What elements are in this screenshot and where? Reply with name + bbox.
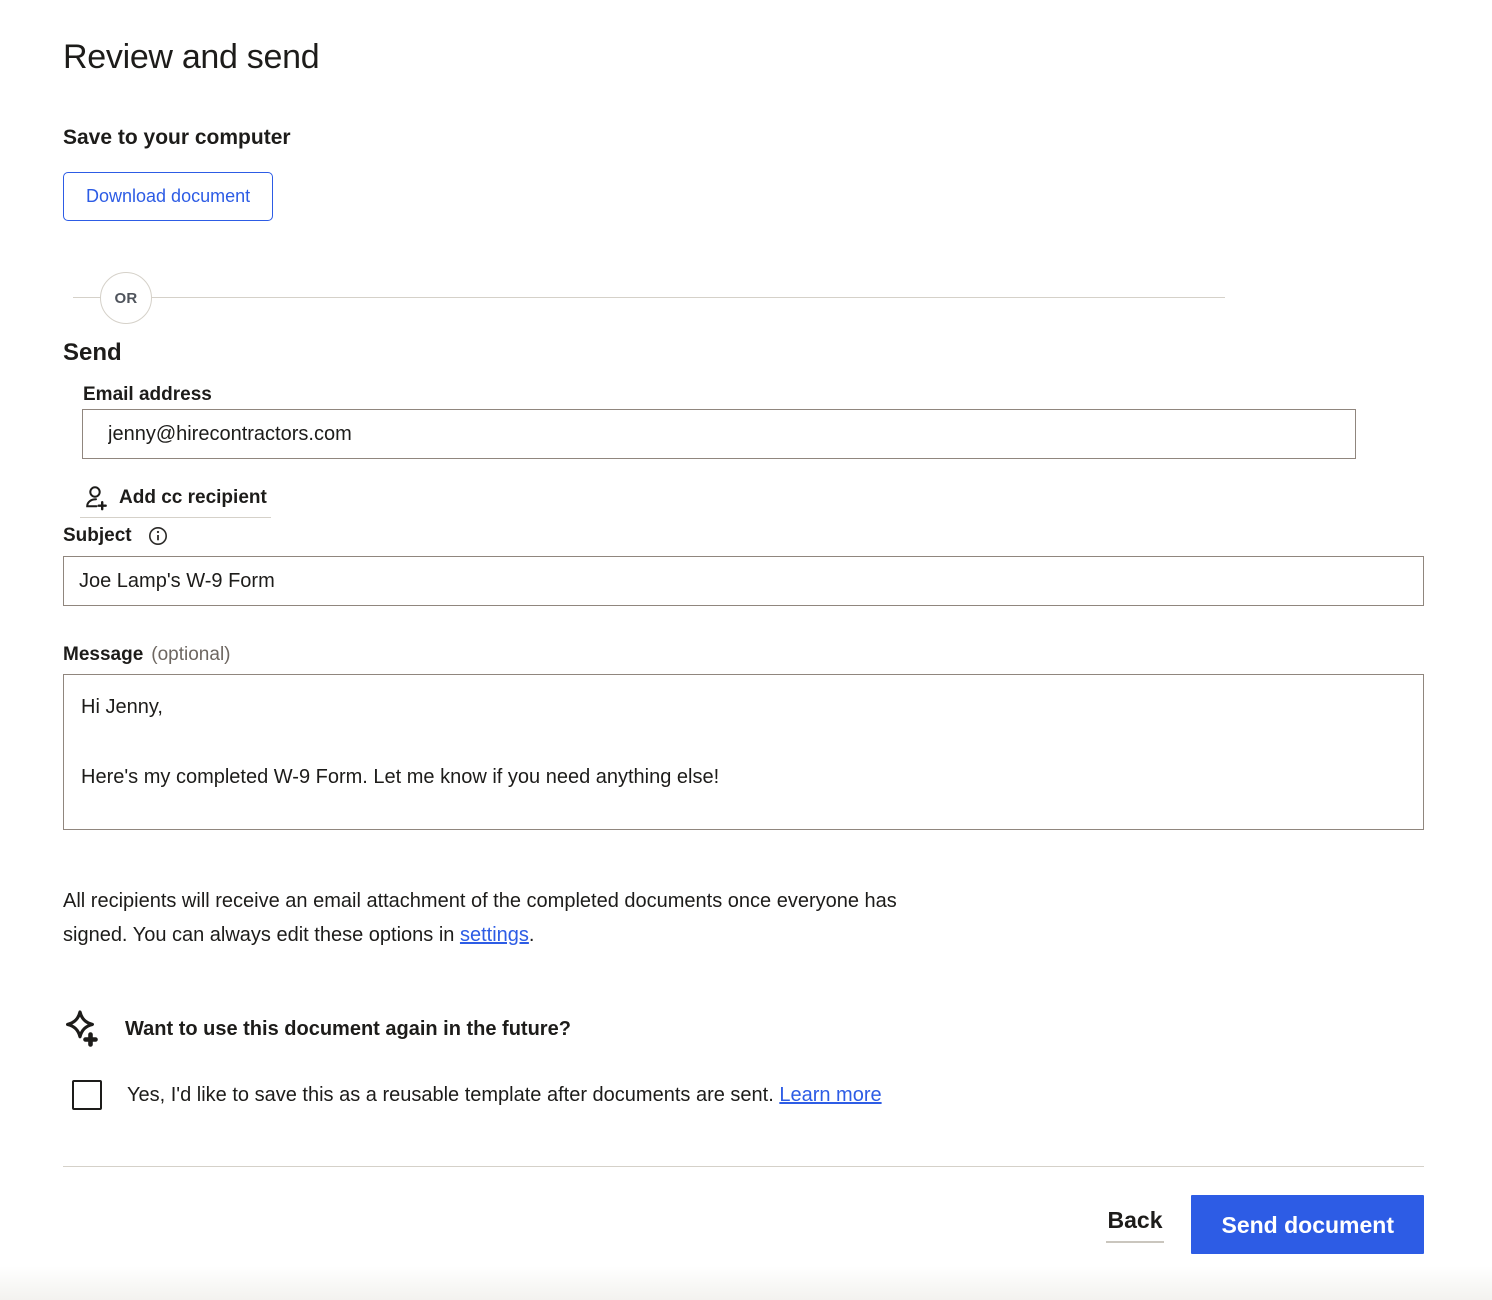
review-and-send-panel: Review and send Save to your computer Do… bbox=[63, 0, 1424, 1254]
person-plus-icon bbox=[82, 484, 109, 511]
info-icon[interactable] bbox=[148, 526, 168, 546]
save-section-heading: Save to your computer bbox=[63, 125, 1424, 151]
save-template-checkbox[interactable] bbox=[72, 1080, 102, 1110]
template-question-heading: Want to use this document again in the f… bbox=[125, 1018, 571, 1041]
settings-link[interactable]: settings bbox=[460, 924, 529, 946]
learn-more-link[interactable]: Learn more bbox=[779, 1084, 881, 1106]
add-cc-recipient-label: Add cc recipient bbox=[119, 487, 267, 509]
back-button[interactable]: Back bbox=[1106, 1207, 1165, 1243]
message-textarea[interactable]: Hi Jenny, Here's my completed W-9 Form. … bbox=[63, 674, 1424, 830]
footer-divider bbox=[63, 1166, 1424, 1167]
email-address-label: Email address bbox=[83, 383, 1424, 407]
page-title: Review and send bbox=[63, 36, 1424, 78]
email-address-input[interactable] bbox=[82, 409, 1356, 459]
send-document-button[interactable]: Send document bbox=[1191, 1195, 1424, 1254]
message-optional-hint: (optional) bbox=[151, 644, 230, 666]
sparkle-plus-icon bbox=[63, 1009, 101, 1049]
or-divider: OR bbox=[63, 272, 1424, 324]
subject-label: Subject bbox=[63, 524, 132, 548]
recipients-notice: All recipients will receive an email att… bbox=[63, 884, 943, 952]
divider-line bbox=[73, 297, 1225, 298]
send-section-heading: Send bbox=[63, 338, 1424, 368]
download-document-button[interactable]: Download document bbox=[63, 172, 273, 221]
add-cc-recipient-button[interactable]: Add cc recipient bbox=[80, 484, 271, 518]
message-label: Message bbox=[63, 643, 143, 667]
subject-input[interactable] bbox=[63, 556, 1424, 606]
notice-text-after: . bbox=[529, 924, 535, 946]
footer-actions: Back Send document bbox=[63, 1195, 1424, 1254]
save-template-label: Yes, I'd like to save this as a reusable… bbox=[127, 1081, 882, 1109]
or-badge: OR bbox=[100, 272, 152, 324]
save-template-label-text: Yes, I'd like to save this as a reusable… bbox=[127, 1084, 779, 1106]
page-bottom-fade bbox=[0, 1266, 1492, 1300]
